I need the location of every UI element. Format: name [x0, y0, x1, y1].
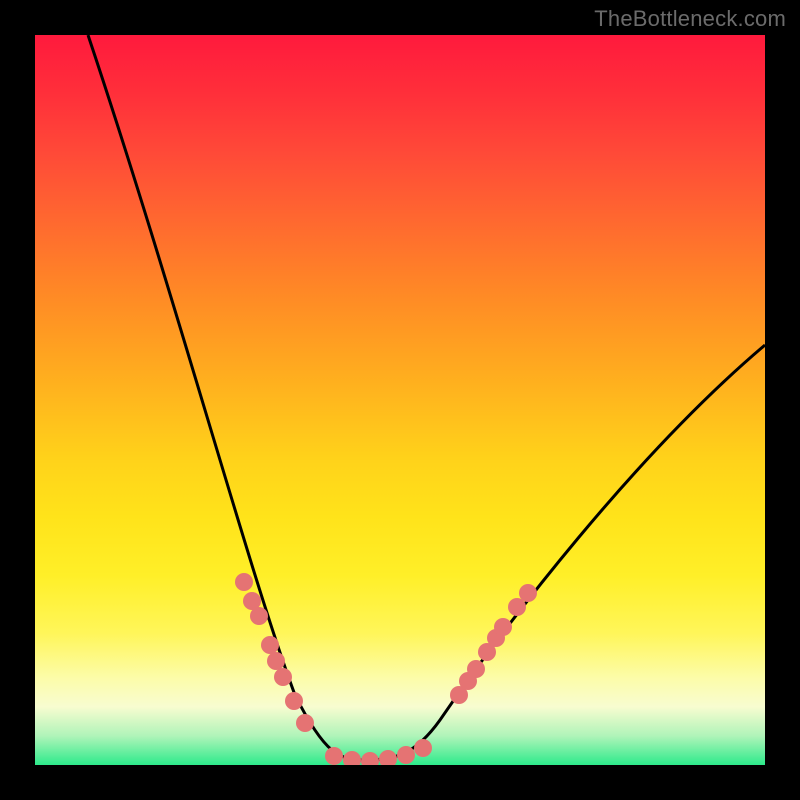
- markers-right-cluster: [450, 584, 537, 704]
- marker-left-7: [296, 714, 314, 732]
- marker-right-5: [494, 618, 512, 636]
- chart-frame: TheBottleneck.com: [0, 0, 800, 800]
- marker-left-5: [274, 668, 292, 686]
- marker-right-7: [519, 584, 537, 602]
- marker-left-6: [285, 692, 303, 710]
- watermark-label: TheBottleneck.com: [594, 6, 786, 32]
- marker-left-0: [235, 573, 253, 591]
- marker-left-4: [267, 652, 285, 670]
- marker-left-2: [250, 607, 268, 625]
- bottleneck-curve: [88, 35, 765, 760]
- marker-bottom-4: [397, 746, 415, 764]
- marker-bottom-5: [414, 739, 432, 757]
- marker-bottom-1: [343, 751, 361, 765]
- plot-area: [35, 35, 765, 765]
- marker-left-3: [261, 636, 279, 654]
- marker-bottom-3: [379, 750, 397, 765]
- marker-right-2: [467, 660, 485, 678]
- marker-bottom-0: [325, 747, 343, 765]
- bottleneck-curve-svg: [35, 35, 765, 765]
- marker-right-6: [508, 598, 526, 616]
- marker-bottom-2: [361, 752, 379, 765]
- markers-bottom-cluster: [325, 739, 432, 765]
